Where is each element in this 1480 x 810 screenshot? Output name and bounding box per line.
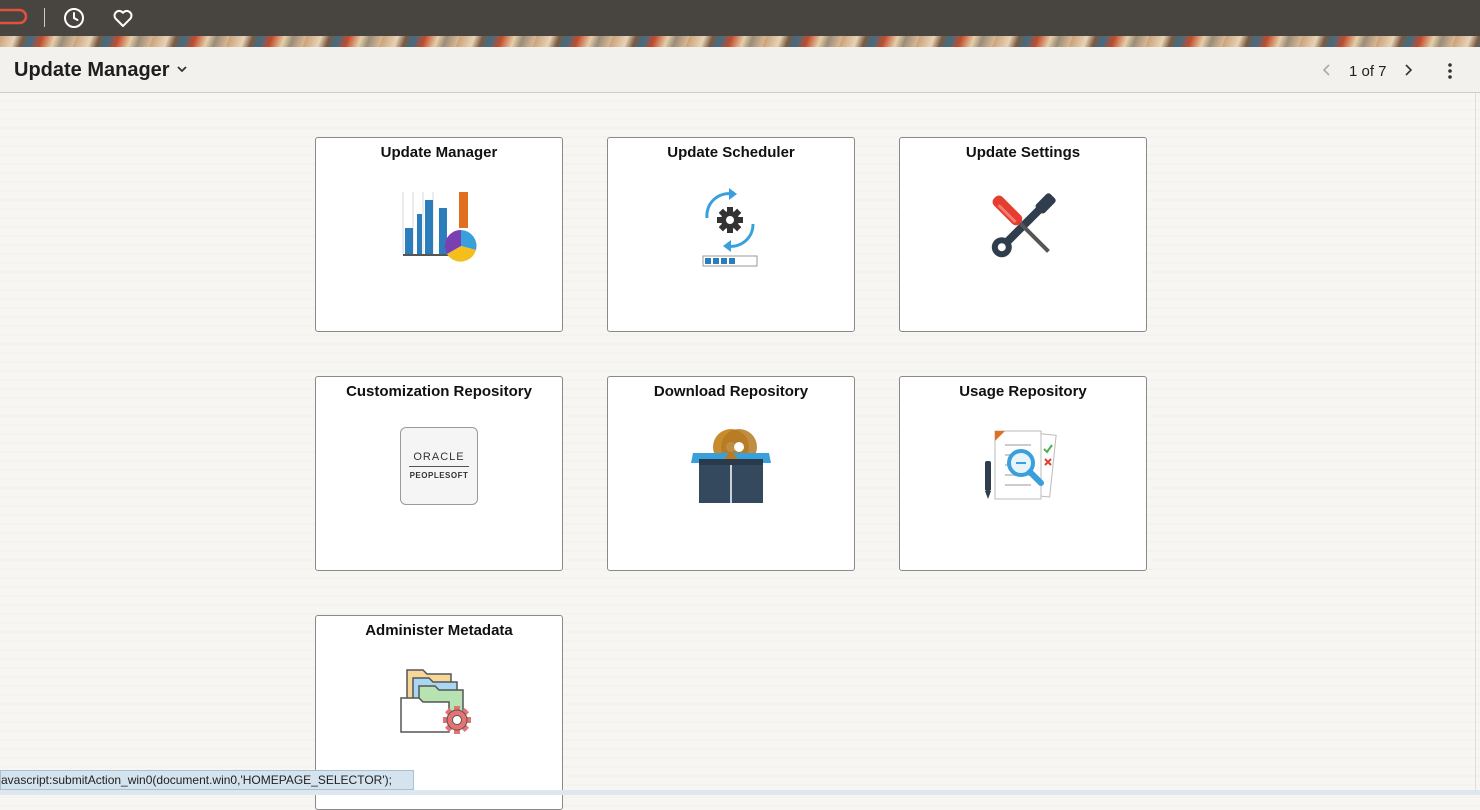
chart-icon (399, 184, 479, 269)
recent-history-icon[interactable] (62, 6, 86, 35)
documents-magnifier-icon (981, 423, 1065, 512)
top-bar (0, 0, 1480, 36)
logo-divider (409, 466, 469, 467)
box-discs-icon (691, 423, 771, 512)
tile-title: Download Repository (653, 383, 809, 400)
tile-update-settings[interactable]: Update Settings (899, 137, 1147, 332)
oracle-logo-icon[interactable] (0, 8, 30, 31)
decorative-banner (0, 36, 1480, 47)
tile-title: Customization Repository (346, 383, 532, 400)
header-divider (44, 8, 45, 27)
favorites-heart-icon[interactable] (111, 6, 135, 35)
oracle-peoplesoft-logo-icon: ORACLE PEOPLESOFT (400, 427, 478, 505)
wrench-screwdriver-icon (981, 184, 1065, 273)
previous-page-icon[interactable] (1320, 63, 1334, 82)
tile-title: Usage Repository (959, 383, 1087, 400)
more-options-icon[interactable] (1446, 62, 1454, 85)
scroll-edge (1475, 93, 1480, 791)
chevron-down-icon[interactable] (175, 62, 189, 81)
bottom-strip (0, 790, 1480, 795)
tile-title: Update Scheduler (667, 144, 795, 161)
tile-customization-repository[interactable]: Customization Repository ORACLE PEOPLESO… (315, 376, 563, 571)
scheduler-gear-icon (691, 184, 771, 273)
tile-usage-repository[interactable]: Usage Repository (899, 376, 1147, 571)
tile-update-scheduler[interactable]: Update Scheduler (607, 137, 855, 332)
tile-title: Update Settings (965, 144, 1081, 161)
status-bar-url: avascript:submitAction_win0(document.win… (0, 770, 414, 790)
peoplesoft-logo-text: PEOPLESOFT (409, 471, 469, 480)
page-title-bar: Update Manager 1 of 7 (0, 47, 1480, 93)
oracle-logo-text: ORACLE (413, 451, 465, 463)
tile-download-repository[interactable]: Download Repository (607, 376, 855, 571)
tile-title: Update Manager (380, 144, 498, 161)
pager-count: 1 of 7 (1349, 63, 1387, 80)
next-page-icon[interactable] (1401, 63, 1415, 82)
tile-update-manager[interactable]: Update Manager (315, 137, 563, 332)
page-title[interactable]: Update Manager (14, 59, 170, 82)
tile-title: Administer Metadata (365, 622, 513, 639)
folders-gear-icon (399, 662, 479, 747)
